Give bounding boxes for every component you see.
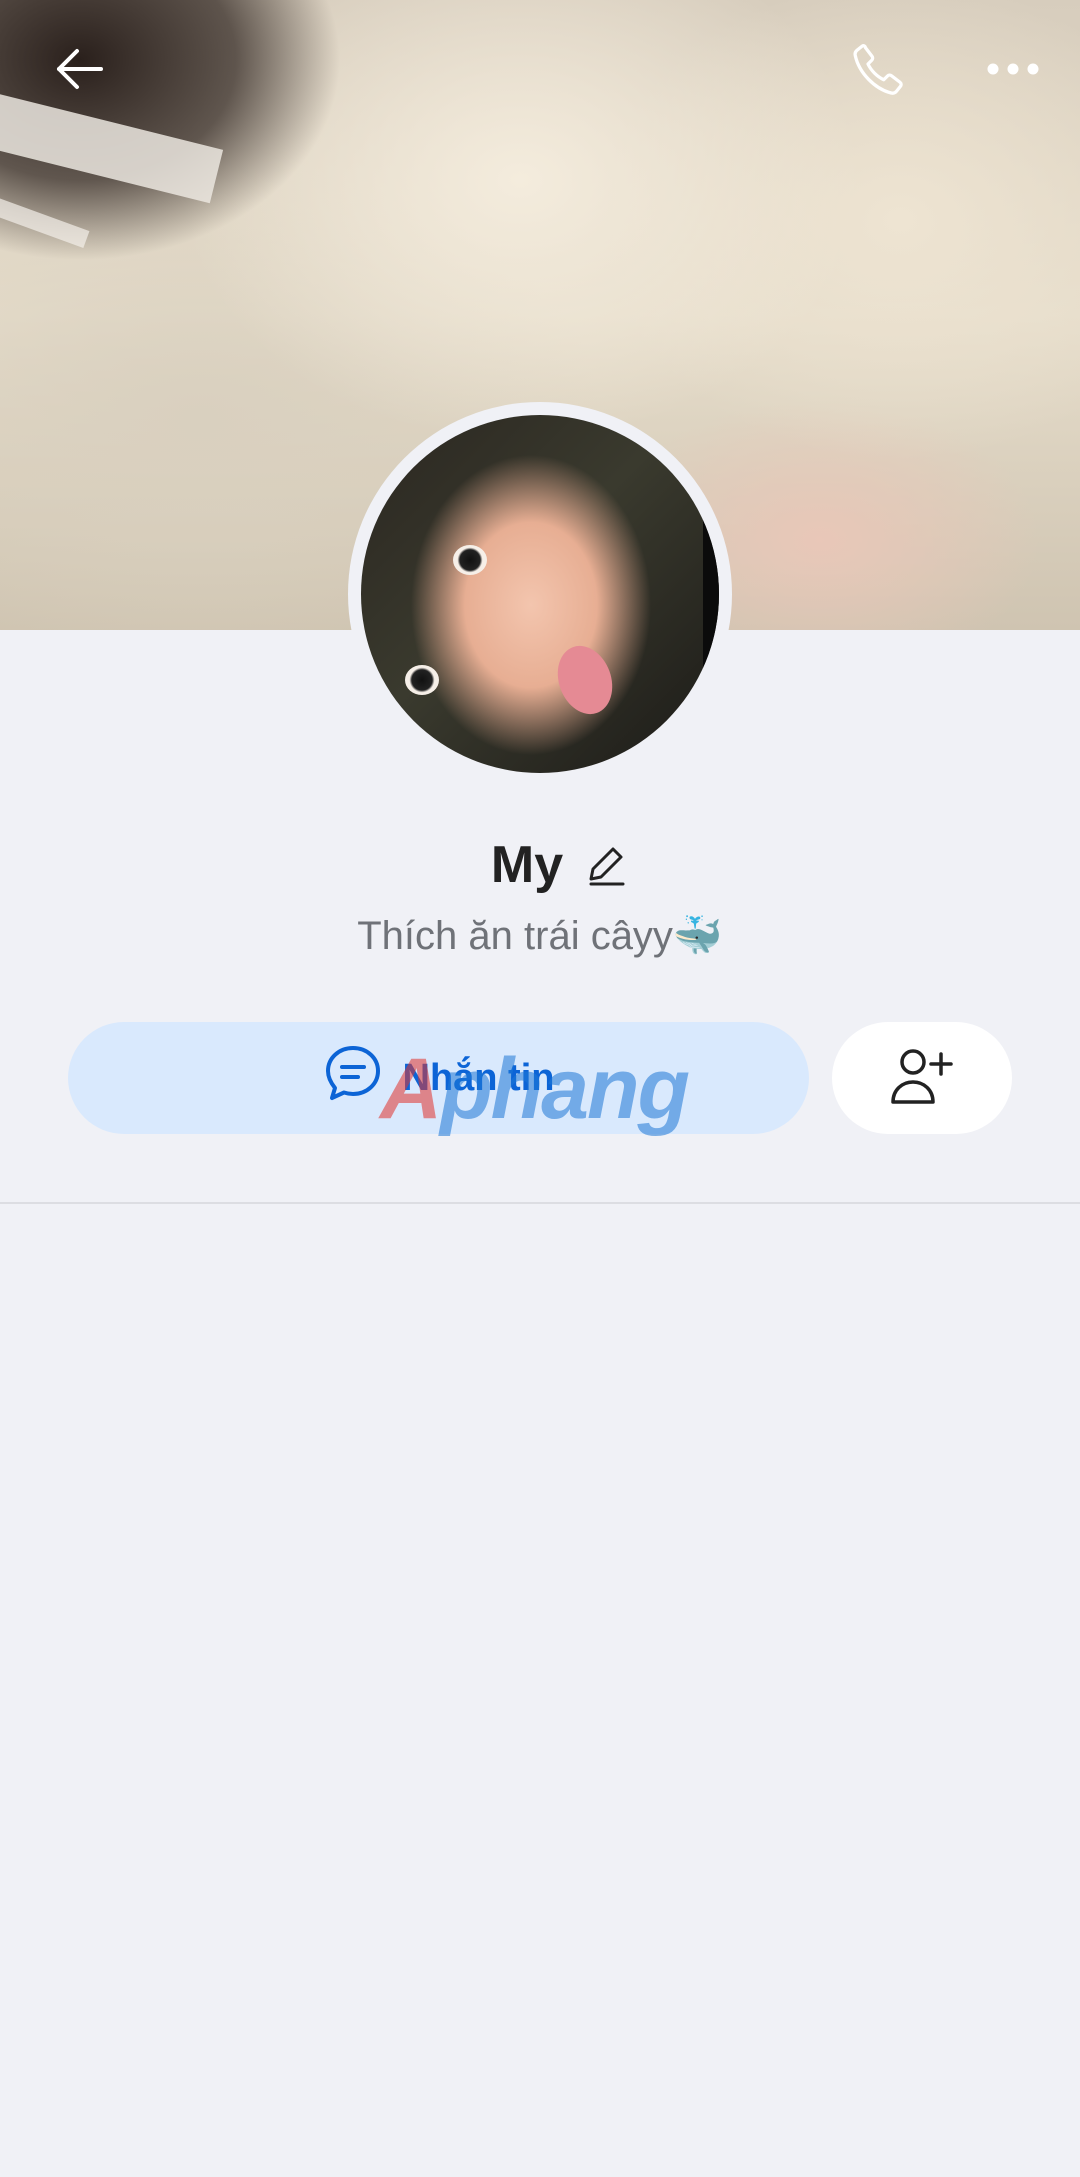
cover-photo-detail	[0, 190, 90, 248]
add-friend-button[interactable]	[832, 1022, 1012, 1134]
profile-name: My	[490, 836, 564, 894]
avatar[interactable]	[361, 415, 719, 773]
chat-bubble-icon	[323, 1043, 383, 1113]
more-options-icon[interactable]	[978, 34, 1048, 104]
edit-pencil-icon[interactable]	[585, 843, 629, 887]
avatar-detail	[453, 545, 487, 575]
back-arrow-icon[interactable]	[44, 34, 114, 104]
avatar-detail	[405, 665, 439, 695]
avatar-frame[interactable]	[348, 402, 732, 786]
avatar-detail	[548, 638, 622, 722]
profile-name-row: My	[0, 835, 1080, 895]
cover-photo-detail	[0, 91, 224, 204]
message-button-label: Nhắn tin	[402, 1056, 555, 1099]
user-plus-icon	[889, 1046, 955, 1111]
message-button[interactable]: Nhắn tin	[68, 1022, 809, 1134]
avatar-detail	[703, 415, 719, 773]
profile-status: Thích ăn trái câyy🐳	[357, 914, 723, 958]
section-divider	[0, 1202, 1080, 1204]
phone-icon[interactable]	[844, 34, 914, 104]
